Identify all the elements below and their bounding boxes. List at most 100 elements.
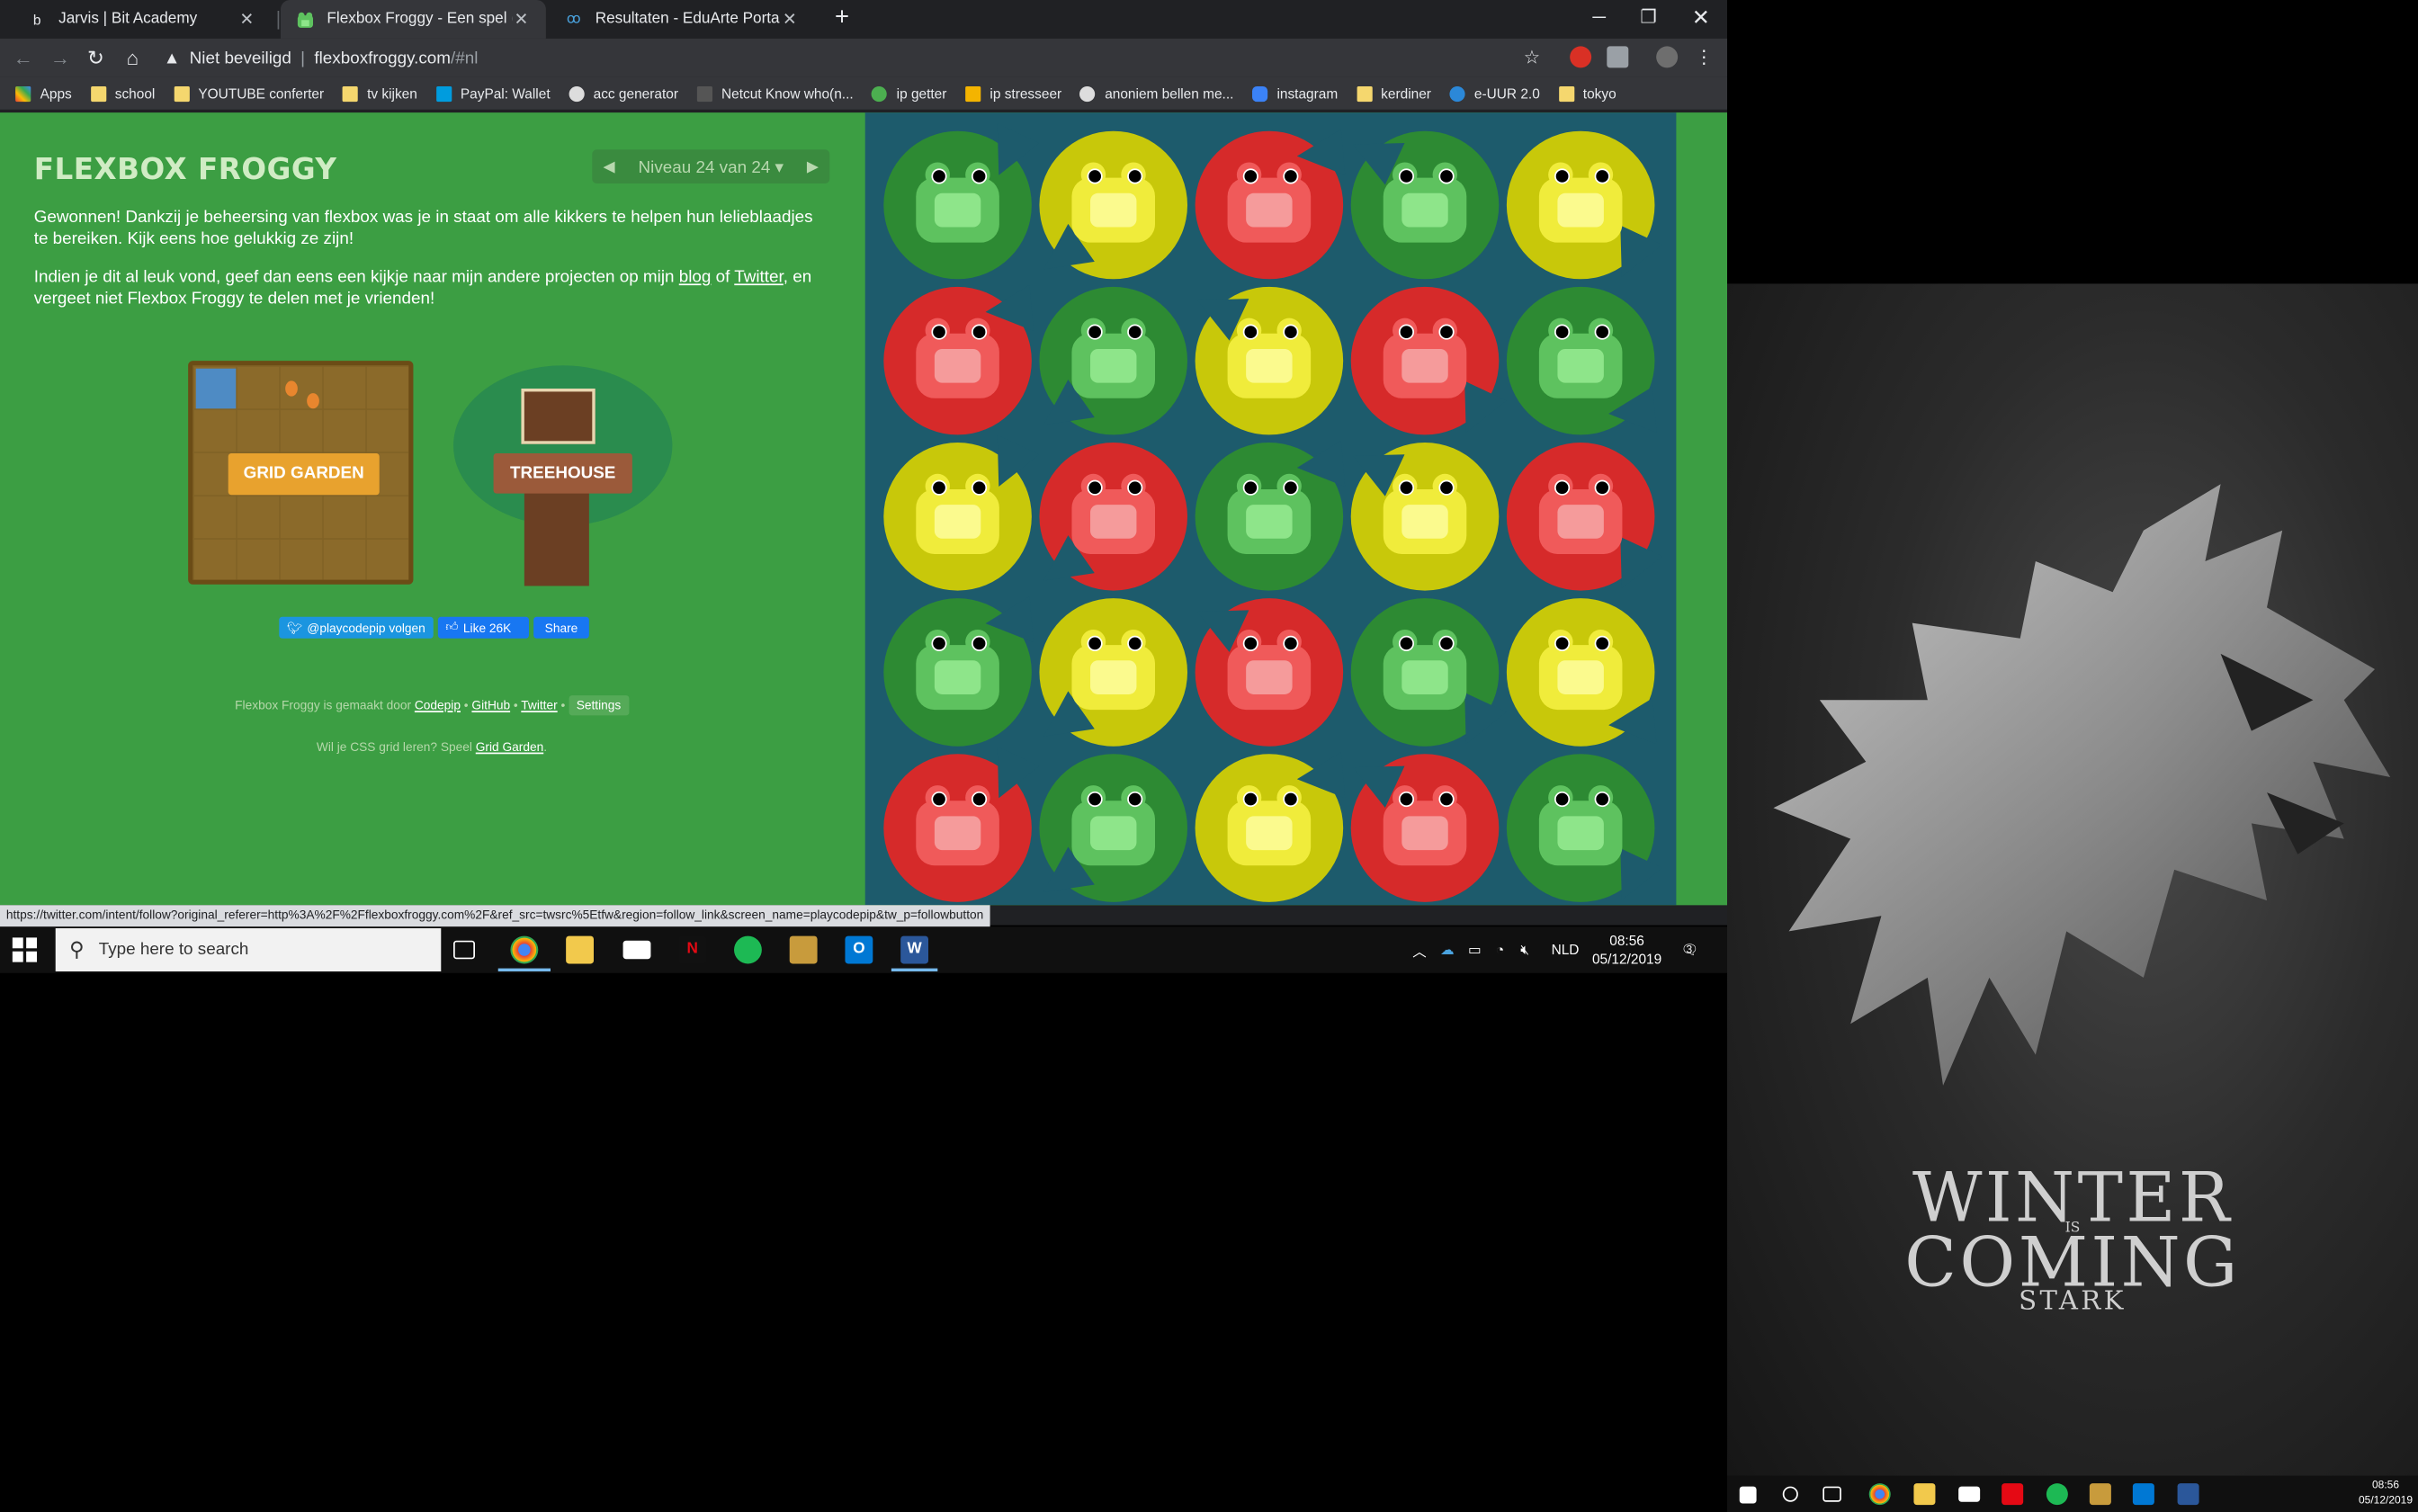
league-of-legends-icon[interactable]: [2089, 1483, 2111, 1506]
spotify-icon[interactable]: [2046, 1483, 2068, 1506]
search-icon[interactable]: [1782, 1486, 1798, 1502]
windows-start-icon[interactable]: [12, 937, 38, 962]
frog-belly: [934, 192, 981, 228]
taskbar-search-box[interactable]: ⚲ Type here to search: [55, 928, 442, 972]
bookmark-instagram[interactable]: instagram: [1252, 85, 1338, 102]
bookmark-ip-stresseer[interactable]: ip stresseer: [964, 85, 1061, 102]
restore-icon[interactable]: ❐: [1622, 0, 1674, 39]
twitter-footer-link[interactable]: Twitter: [521, 699, 557, 712]
netflix-icon[interactable]: N: [678, 935, 707, 964]
frog-belly: [1090, 505, 1137, 539]
share-message: Indien je dit al leuk vond, geef dan een…: [33, 268, 812, 309]
frog-eye: [965, 629, 990, 655]
menu-kebab-icon[interactable]: ⋮: [1693, 46, 1715, 67]
twitter-follow-button[interactable]: 🐦︎ @playcodepip volgen: [279, 616, 434, 639]
bookmark-apps[interactable]: Apps: [15, 85, 72, 102]
close-tab-icon[interactable]: ✕: [237, 9, 256, 30]
task-view-icon[interactable]: [1822, 1486, 1841, 1502]
grid-garden-link[interactable]: Grid Garden: [476, 740, 543, 754]
frog-eye: [1276, 318, 1302, 344]
bookmark-paypal[interactable]: PayPal: Wallet: [435, 85, 551, 102]
bookmark-ip-getter[interactable]: ip getter: [872, 85, 946, 102]
tab-jarvis[interactable]: b Jarvis | Bit Academy ✕: [13, 0, 272, 39]
league-of-legends-icon[interactable]: [789, 935, 818, 964]
windows-start-icon[interactable]: [1739, 1486, 1757, 1504]
mail-icon[interactable]: [1958, 1486, 1981, 1502]
bookmark-netcut[interactable]: Netcut Know who(n...: [696, 85, 854, 102]
netflix-icon[interactable]: [2002, 1483, 2024, 1506]
outlook-icon[interactable]: [2132, 1483, 2154, 1506]
volume-muted-icon[interactable]: 🔇︎: [1520, 926, 1529, 972]
word-icon[interactable]: [2177, 1483, 2199, 1506]
address-bar[interactable]: ▲ Niet beveiligd | flexboxfroggy.com /#n…: [164, 43, 1552, 74]
bookmark-star-icon[interactable]: ☆: [1524, 46, 1545, 67]
tab-eduarte[interactable]: ꝏ Resultaten - EduArte Portalen ✕: [549, 0, 814, 39]
page-logo[interactable]: FLEXBOX FROGGY: [34, 153, 337, 187]
codepip-link[interactable]: Codepip: [415, 699, 461, 712]
grid-garden-promo[interactable]: GRID GARDEN: [188, 361, 414, 585]
tab-title: Flexbox Froggy - Een spel om CS: [327, 11, 512, 28]
facebook-like-button[interactable]: 👍︎ Like 26K: [437, 616, 530, 639]
github-link[interactable]: GitHub: [471, 699, 510, 712]
back-icon[interactable]: ←: [9, 45, 37, 73]
chrome-taskbar-icon[interactable]: [1868, 1483, 1891, 1506]
treehouse-promo[interactable]: TREEHOUSE: [453, 361, 673, 587]
tab-strip: b Jarvis | Bit Academy ✕ Flexbox Froggy …: [0, 0, 1728, 39]
chrome-taskbar-icon[interactable]: [510, 935, 539, 964]
red-frog-icon: [1071, 470, 1156, 554]
profile-avatar-icon[interactable]: [1656, 46, 1679, 68]
file-explorer-icon[interactable]: [566, 935, 595, 964]
extension-icon[interactable]: [1607, 46, 1629, 68]
close-window-icon[interactable]: ✕: [1675, 0, 1727, 39]
word-icon[interactable]: W: [900, 935, 929, 964]
bookmark-tokyo[interactable]: tokyo: [1558, 85, 1616, 102]
spotify-icon[interactable]: [734, 935, 762, 964]
twitter-link[interactable]: Twitter: [734, 268, 784, 287]
close-tab-icon[interactable]: ✕: [780, 9, 799, 30]
frog-belly: [934, 505, 981, 539]
language-indicator[interactable]: NLD: [1552, 926, 1580, 972]
close-tab-icon[interactable]: ✕: [512, 9, 531, 30]
new-tab-icon[interactable]: +: [829, 4, 854, 32]
bookmark-school[interactable]: school: [90, 85, 155, 102]
outlook-icon[interactable]: O: [845, 935, 873, 964]
frog-eye: [1236, 629, 1262, 655]
settings-button[interactable]: Settings: [569, 695, 629, 716]
bookmark-acc-generator[interactable]: acc generator: [569, 85, 678, 102]
blog-link[interactable]: blog: [679, 268, 712, 287]
reload-icon[interactable]: ↻: [82, 45, 110, 73]
minimize-icon[interactable]: ─: [1573, 0, 1625, 39]
battery-icon[interactable]: ▭: [1468, 926, 1482, 972]
thumbs-up-icon: 👍︎: [445, 620, 459, 634]
red-frog-icon: [916, 783, 999, 866]
bookmark-kerdiner[interactable]: kerdiner: [1356, 85, 1431, 102]
bookmark-e-uur[interactable]: e-UUR 2.0: [1449, 85, 1540, 102]
frog-eye: [1588, 785, 1614, 810]
treehouse-hut: [521, 389, 596, 444]
forward-icon[interactable]: →: [46, 45, 74, 73]
bookmark-tv-kijken[interactable]: tv kijken: [342, 85, 417, 102]
frog-eye: [1276, 473, 1302, 499]
adblock-icon[interactable]: [1570, 46, 1592, 68]
bookmark-anoniem-bellen[interactable]: anoniem bellen me...: [1079, 85, 1233, 102]
task-view-icon[interactable]: [453, 940, 476, 960]
onedrive-icon[interactable]: ☁: [1440, 926, 1454, 972]
tab-flexbox-froggy[interactable]: Flexbox Froggy - Een spel om CS ✕: [281, 0, 546, 39]
home-icon[interactable]: ⌂: [119, 45, 147, 73]
water-tile: [195, 368, 237, 409]
wifi-icon[interactable]: ◔: [1496, 926, 1504, 972]
bookmark-youtube-conferter[interactable]: YOUTUBE conferter: [173, 85, 324, 102]
next-level-icon[interactable]: ▶: [796, 158, 830, 175]
previous-level-icon[interactable]: ◀: [592, 158, 626, 175]
second-taskbar-clock[interactable]: 08:56 05/12/2019: [2353, 1479, 2418, 1509]
facebook-share-button[interactable]: Share: [533, 616, 589, 639]
level-indicator[interactable]: Niveau 24 van 24 ▾: [626, 157, 796, 177]
show-hidden-icons-icon[interactable]: ︿: [1412, 926, 1426, 972]
mail-icon[interactable]: [622, 940, 651, 960]
taskbar-clock[interactable]: 08:56 05/12/2019: [1585, 931, 1669, 968]
stark-direwolf-sigil-icon: [1773, 484, 2391, 1086]
flexbox-froggy-page: FLEXBOX FROGGY ◀ Niveau 24 van 24 ▾ ▶ Ge…: [0, 112, 1728, 906]
notifications-icon[interactable]: 🗨︎ 3: [1681, 926, 1699, 972]
file-explorer-icon[interactable]: [1913, 1483, 1936, 1506]
frog-eye: [965, 473, 990, 499]
